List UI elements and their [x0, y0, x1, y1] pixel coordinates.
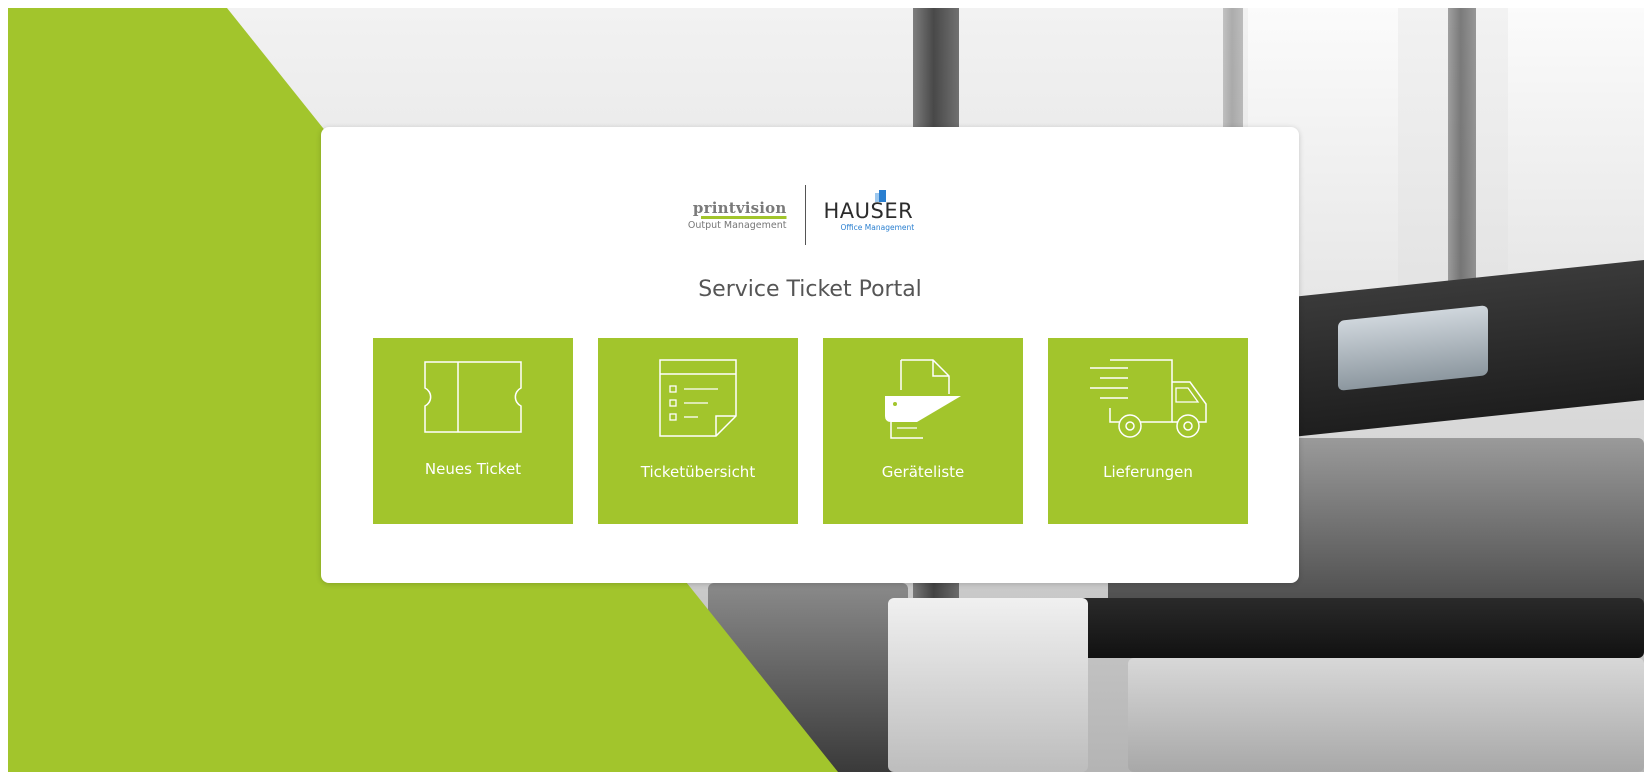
- background-printer-small: [888, 598, 1088, 772]
- printvision-brand: printvision: [692, 198, 787, 217]
- delivery-truck-icon: [1090, 359, 1207, 438]
- hauser-mark-icon: [874, 189, 886, 202]
- tile-grid: Neues Ticket Ticketübersicht Geräteliste…: [373, 338, 1248, 524]
- background-printer-tray: [1068, 598, 1644, 658]
- tile-device-list[interactable]: Geräteliste: [823, 338, 1023, 524]
- printvision-subtitle: Output Management: [687, 219, 787, 231]
- ticket-icon: [424, 361, 522, 433]
- hauser-brand: HAUSER: [823, 198, 914, 223]
- page-title: Service Ticket Portal: [698, 277, 922, 302]
- hauser-logo: HAUSER Office Management: [806, 189, 954, 232]
- portal-stage: printvision Output Management HAUSER Off…: [8, 8, 1644, 772]
- tile-label: Ticketübersicht: [640, 463, 756, 481]
- tile-deliveries[interactable]: Lieferungen: [1048, 338, 1248, 524]
- tile-label: Geräteliste: [881, 463, 965, 481]
- hauser-subtitle: Office Management: [840, 222, 915, 232]
- portal-card: printvision Output Management HAUSER Off…: [321, 127, 1299, 583]
- logo-bar: printvision Output Management HAUSER Off…: [321, 184, 1299, 246]
- checklist-icon: [659, 359, 737, 437]
- tile-label: Lieferungen: [1103, 463, 1193, 481]
- printer-icon: [885, 359, 961, 439]
- background-printer-base: [1128, 658, 1644, 772]
- tile-label: Neues Ticket: [424, 460, 522, 478]
- background-pillar: [1448, 8, 1476, 288]
- printvision-logo: printvision Output Management: [667, 200, 805, 231]
- background-window: [1508, 8, 1644, 288]
- tile-new-ticket[interactable]: Neues Ticket: [373, 338, 573, 524]
- tile-ticket-overview[interactable]: Ticketübersicht: [598, 338, 798, 524]
